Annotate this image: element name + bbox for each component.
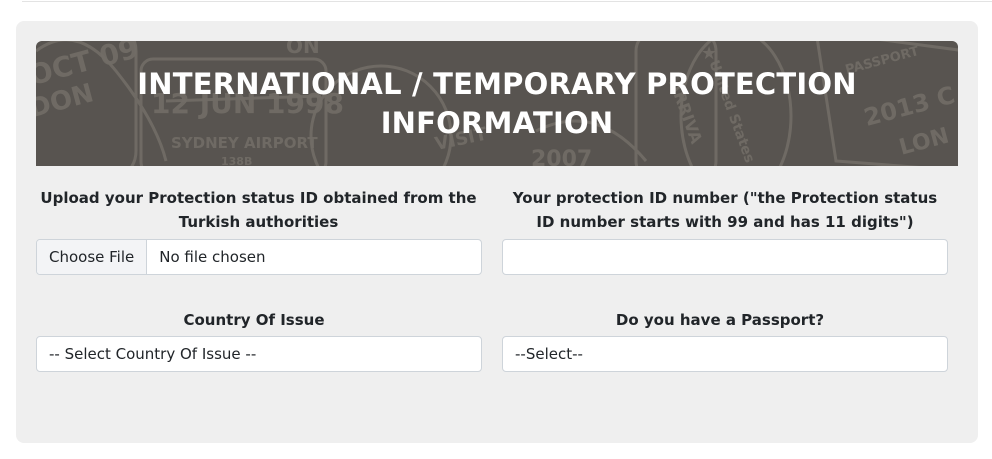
country-of-issue-select[interactable]: -- Select Country Of Issue -- (36, 336, 482, 372)
country-of-issue-selected: -- Select Country Of Issue -- (49, 345, 257, 363)
section-banner: OCT 09 DON 12 JUN 1998 SYDNEY AIRPORT 13… (36, 41, 958, 166)
file-status-text: No file chosen (159, 248, 266, 266)
protection-id-file-input[interactable]: Choose File No file chosen (36, 239, 482, 275)
passport-question-label: Do you have a Passport? (615, 311, 825, 329)
passport-selected: --Select-- (515, 345, 583, 363)
protection-info-panel: OCT 09 DON 12 JUN 1998 SYDNEY AIRPORT 13… (16, 21, 978, 443)
country-of-issue-label: Country Of Issue (183, 311, 325, 329)
choose-file-button[interactable]: Choose File (37, 240, 148, 274)
upload-id-label: Upload your Protection status ID obtaine… (40, 189, 477, 231)
previous-section-edge (22, 0, 992, 2)
passport-select[interactable]: --Select-- (502, 336, 948, 372)
protection-id-number-input[interactable] (502, 239, 948, 275)
protection-id-number-label: Your protection ID number ("the Protecti… (512, 189, 938, 231)
banner-title: INTERNATIONAL / TEMPORARY PROTECTION INF… (137, 66, 857, 140)
